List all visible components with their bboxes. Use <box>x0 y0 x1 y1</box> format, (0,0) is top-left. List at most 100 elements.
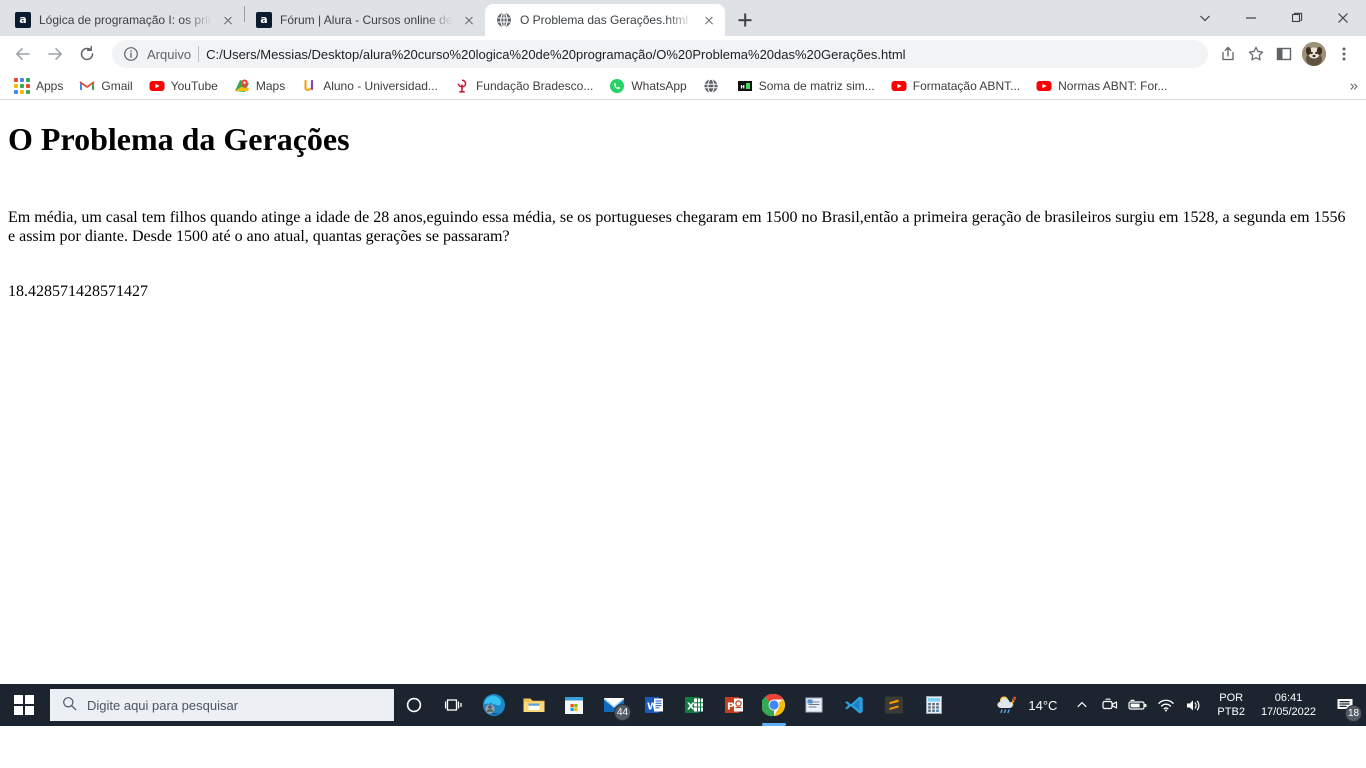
weather-temperature: 14°C <box>1028 697 1058 713</box>
bookmark-label: Gmail <box>101 78 133 93</box>
bookmark-apps[interactable]: Apps <box>6 75 71 97</box>
bookmark-normas-abnt[interactable]: Normas ABNT: For... <box>1028 75 1175 97</box>
microsoft-store-icon[interactable] <box>554 684 594 726</box>
alura-icon: a <box>15 12 31 28</box>
page-content: O Problema da Gerações Em média, um casa… <box>0 121 1366 747</box>
search-icon <box>62 696 77 714</box>
show-hidden-icons-chevron[interactable] <box>1069 684 1095 726</box>
bookmark-formatacao-abnt[interactable]: Formatação ABNT... <box>883 75 1028 97</box>
bookmark-label: Soma de matriz sim... <box>758 78 875 93</box>
weather-widget[interactable]: 14°C <box>989 693 1067 718</box>
bookmark-globe-unnamed[interactable] <box>695 75 729 97</box>
youtube-icon <box>891 78 907 94</box>
volume-icon[interactable] <box>1181 684 1207 726</box>
file-explorer-icon[interactable] <box>514 684 554 726</box>
side-panel-icon[interactable] <box>1270 40 1298 68</box>
close-icon[interactable] <box>1320 0 1366 36</box>
globe-icon <box>703 78 719 94</box>
close-icon[interactable] <box>701 12 717 28</box>
info-circle-icon[interactable] <box>122 40 140 68</box>
search-placeholder: Digite aqui para pesquisar <box>87 697 239 713</box>
cortana-icon[interactable] <box>394 684 434 726</box>
bookmark-label: Formatação ABNT... <box>912 78 1021 93</box>
browser-tab-1[interactable]: a Lógica de programação I: os prin <box>4 4 244 36</box>
window-controls <box>1182 0 1366 36</box>
bookmarks-bar: Apps Gmail YouTube Maps Aluno - Universi… <box>0 72 1366 100</box>
bookmark-whatsapp[interactable]: WhatsApp <box>601 75 694 97</box>
clock-date: 17/05/2022 <box>1260 706 1316 718</box>
omnibox-divider <box>198 46 200 62</box>
back-arrow-icon[interactable] <box>8 39 38 69</box>
tab-title: Fórum | Alura - Cursos online de <box>280 13 453 27</box>
browser-toolbar: Arquivo C:/Users/Messias/Desktop/alura%2… <box>0 36 1366 72</box>
page-title: O Problema da Gerações <box>8 121 350 157</box>
new-tab-button[interactable] <box>731 6 759 34</box>
browser-tab-2[interactable]: a Fórum | Alura - Cursos online de <box>245 4 485 36</box>
tab-title: O Problema das Gerações.html <box>520 13 689 27</box>
apps-grid-icon <box>14 77 30 94</box>
maximize-icon[interactable] <box>1274 0 1320 36</box>
gmail-icon <box>79 78 95 94</box>
wifi-icon[interactable] <box>1153 684 1179 726</box>
bookmark-label: YouTube <box>170 78 218 93</box>
vscode-icon[interactable] <box>834 684 874 726</box>
bookmark-fundacao-bradesco[interactable]: Fundação Bradesco... <box>446 75 601 97</box>
bookmark-maps[interactable]: Maps <box>226 75 293 97</box>
sublime-text-icon[interactable] <box>874 684 914 726</box>
word-icon[interactable]: W <box>634 684 674 726</box>
bookmark-gmail[interactable]: Gmail <box>71 75 140 97</box>
powerpoint-icon[interactable]: P <box>714 684 754 726</box>
whatsapp-icon <box>609 78 625 94</box>
battery-icon[interactable] <box>1125 684 1151 726</box>
svg-text:н: н <box>740 82 745 90</box>
meet-now-icon[interactable] <box>1097 684 1123 726</box>
minimize-icon[interactable] <box>1228 0 1274 36</box>
sun-cloud-rain-icon <box>995 693 1021 718</box>
page-result: 18.428571428571427 <box>8 283 148 300</box>
maps-pin-icon <box>234 78 250 94</box>
tab-search-icon[interactable] <box>1182 0 1228 36</box>
wordpad-icon[interactable] <box>794 684 834 726</box>
chrome-icon[interactable] <box>754 684 794 726</box>
excel-icon[interactable]: X <box>674 684 714 726</box>
bookmark-label: Normas ABNT: For... <box>1058 78 1168 93</box>
notification-icon[interactable]: 18 <box>1328 684 1362 726</box>
bookmark-soma-de-matriz[interactable]: н Soma de matriz sim... <box>729 75 883 97</box>
task-view-icon[interactable] <box>434 684 474 726</box>
tab-title: Lógica de programação I: os prin <box>39 13 212 27</box>
browser-tab-3-active[interactable]: O Problema das Gerações.html <box>485 4 725 36</box>
mail-badge: 44 <box>614 704 631 721</box>
bookmark-aluno-universidade[interactable]: Aluno - Universidad... <box>293 75 446 97</box>
profile-avatar[interactable] <box>1302 42 1326 66</box>
edge-icon[interactable] <box>474 684 514 726</box>
svg-text:P: P <box>727 702 734 713</box>
windows-taskbar: Digite aqui para pesquisar 44 W X P 14°C… <box>0 684 1366 726</box>
bookmarks-overflow-button[interactable]: » <box>1350 78 1358 93</box>
bookmark-label: WhatsApp <box>631 78 687 93</box>
language-indicator[interactable]: POR PTB2 <box>1209 691 1251 719</box>
taskbar-items: 44 W X P <box>394 684 954 726</box>
mail-icon[interactable]: 44 <box>594 684 634 726</box>
bradesco-icon <box>454 78 470 94</box>
youtube-icon <box>1036 78 1052 94</box>
forward-arrow-icon[interactable] <box>40 39 70 69</box>
close-icon[interactable] <box>461 12 477 28</box>
clock-widget[interactable]: 06:41 17/05/2022 <box>1253 691 1326 719</box>
address-bar[interactable]: Arquivo C:/Users/Messias/Desktop/alura%2… <box>112 40 1208 68</box>
more-menu-icon[interactable] <box>1330 40 1358 68</box>
taskbar-search-box[interactable]: Digite aqui para pesquisar <box>50 689 394 721</box>
language-line2: PTB2 <box>1217 706 1245 718</box>
calculator-icon[interactable] <box>914 684 954 726</box>
share-icon[interactable] <box>1214 40 1242 68</box>
matrix-icon: н <box>737 78 753 94</box>
bookmark-star-icon[interactable] <box>1242 40 1270 68</box>
bookmark-youtube[interactable]: YouTube <box>141 75 226 97</box>
notification-badge: 18 <box>1345 705 1362 722</box>
bookmark-label: Fundação Bradesco... <box>475 78 594 93</box>
close-icon[interactable] <box>220 12 236 28</box>
start-button[interactable] <box>0 684 48 726</box>
url-text: C:/Users/Messias/Desktop/alura%20curso%2… <box>206 46 906 62</box>
clock-time: 06:41 <box>1274 692 1303 704</box>
reload-icon[interactable] <box>72 39 102 69</box>
bookmark-label: Maps <box>255 78 286 93</box>
